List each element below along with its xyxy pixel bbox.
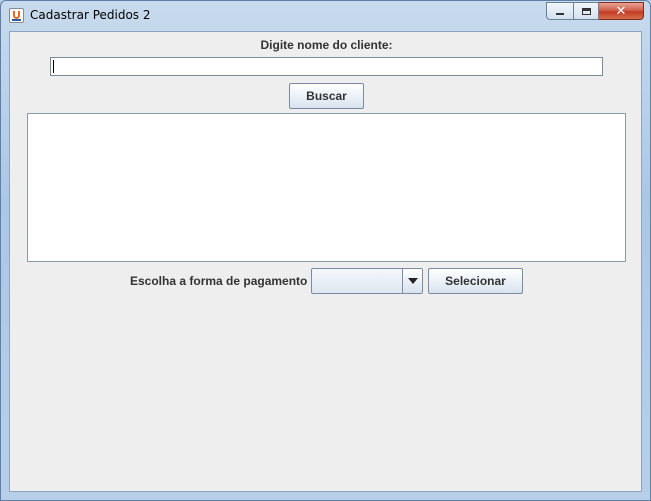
payment-method-select[interactable] [311, 268, 423, 294]
maximize-icon [581, 7, 591, 15]
triangle-down-icon [407, 278, 418, 284]
results-list[interactable] [27, 113, 626, 262]
title-bar[interactable]: Cadastrar Pedidos 2 ✕ [1, 1, 650, 31]
app-window: Cadastrar Pedidos 2 ✕ Digite nome do cli… [0, 0, 651, 501]
select-button[interactable]: Selecionar [428, 268, 523, 294]
close-button[interactable]: ✕ [599, 2, 644, 20]
window-controls: ✕ [546, 2, 644, 21]
payment-method-label: Escolha a forma de pagamento [130, 274, 308, 288]
client-name-input[interactable] [50, 57, 603, 76]
java-cup-icon [9, 8, 24, 23]
search-button[interactable]: Buscar [289, 83, 364, 109]
window-title: Cadastrar Pedidos 2 [30, 8, 151, 22]
minimize-icon [556, 13, 564, 15]
text-caret [53, 60, 54, 73]
maximize-button[interactable] [573, 2, 599, 20]
client-name-label: Digite nome do cliente: [260, 38, 393, 52]
close-icon: ✕ [615, 3, 627, 19]
minimize-button[interactable] [546, 2, 573, 20]
content-panel: Digite nome do cliente: Buscar Escolha a… [9, 31, 642, 492]
dropdown-arrow-button[interactable] [402, 269, 422, 293]
